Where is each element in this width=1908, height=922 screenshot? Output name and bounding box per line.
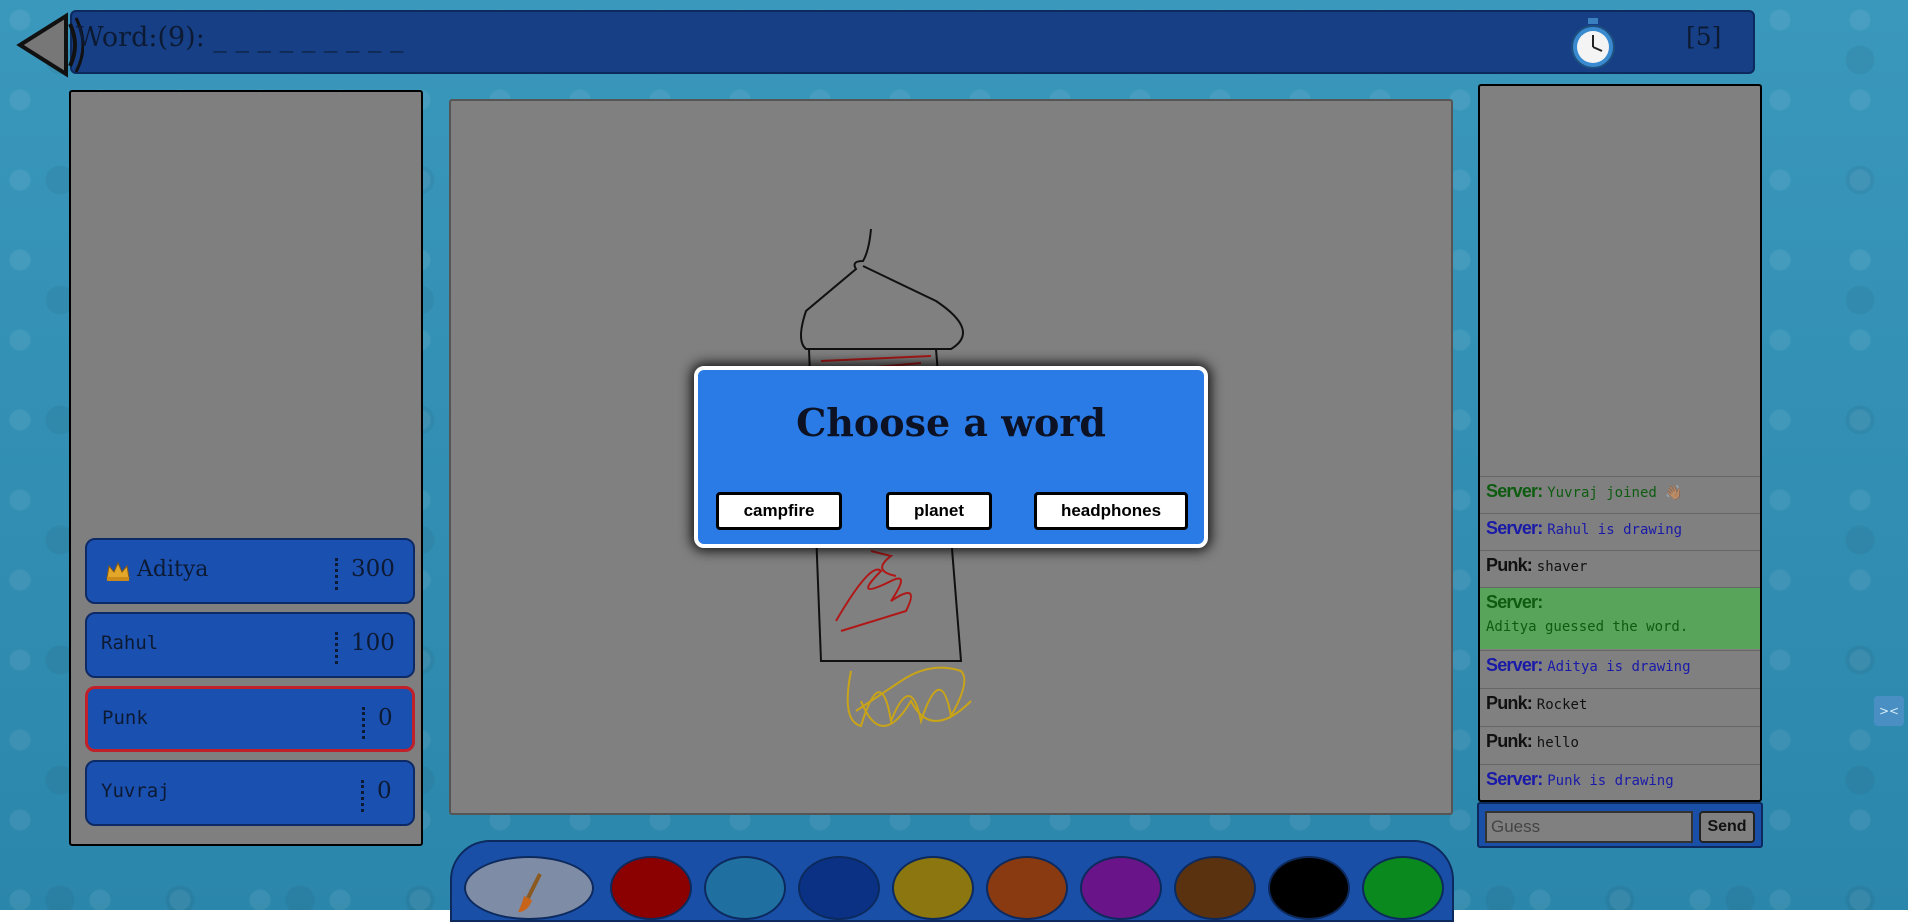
color-swatch[interactable]: [1080, 856, 1162, 920]
guess-bar: Send: [1477, 802, 1763, 848]
chat-message: Punk: hello: [1480, 726, 1760, 760]
player-score: 300: [351, 556, 395, 582]
divider: [335, 558, 339, 590]
chat-message-highlight: Server: Aditya guessed the word.: [1480, 587, 1760, 649]
player-name: Punk: [102, 707, 148, 729]
chat-message: Server: Aditya is drawing: [1480, 650, 1760, 684]
chat-text: Rocket: [1536, 697, 1588, 713]
chat-text: Aditya is drawing: [1547, 659, 1691, 675]
chat-sender: Server:: [1486, 769, 1543, 789]
player-card: Aditya 300: [85, 538, 415, 604]
player-card: Rahul 100: [85, 612, 415, 678]
back-arrow-icon[interactable]: [14, 12, 85, 78]
chat-message: Server: Punk is drawing: [1480, 764, 1760, 800]
chat-sender: Server:: [1486, 592, 1543, 612]
word-option-headphones[interactable]: headphones: [1034, 492, 1188, 530]
word-option-campfire[interactable]: campfire: [716, 492, 842, 530]
chat-sender: Server:: [1486, 655, 1543, 675]
round-timer: [5]: [1686, 22, 1722, 51]
color-swatch[interactable]: [610, 856, 692, 920]
chat-message: Server: Yuvraj joined 👋🏽: [1480, 476, 1760, 508]
chat-text: hello: [1536, 735, 1579, 751]
stopwatch-icon: [1568, 16, 1618, 70]
chat-text: Rahul is drawing: [1547, 522, 1683, 538]
brush-tool-button[interactable]: [464, 856, 594, 920]
player-score: 0: [378, 705, 393, 731]
player-score: 0: [377, 778, 392, 804]
player-name: Aditya: [137, 557, 209, 582]
divider: [362, 707, 366, 739]
chat-sender: Punk:: [1486, 693, 1533, 713]
chat-message: Server: Rahul is drawing: [1480, 513, 1760, 545]
color-palette: [450, 840, 1454, 922]
chat-message: Punk: shaver: [1480, 550, 1760, 582]
color-swatch[interactable]: [1268, 856, 1350, 920]
chat-sender: Server:: [1486, 518, 1543, 538]
chat-message: Punk: Rocket: [1480, 688, 1760, 722]
divider: [361, 780, 365, 812]
chat-sender: Punk:: [1486, 731, 1533, 751]
player-name: Yuvraj: [101, 780, 170, 802]
chat-sender: Server:: [1486, 481, 1543, 501]
color-swatch[interactable]: [892, 856, 974, 920]
chat-text: shaver: [1536, 559, 1588, 575]
chat-text: Aditya guessed the word.: [1486, 619, 1689, 635]
send-button[interactable]: Send: [1699, 811, 1755, 843]
player-card: Yuvraj 0: [85, 760, 415, 826]
modal-title: Choose a word: [796, 400, 1106, 445]
color-swatch[interactable]: [1362, 856, 1444, 920]
chat-text: Punk is drawing: [1547, 773, 1674, 789]
players-panel: Aditya 300 Rahul 100 Punk 0 Yuvraj 0: [69, 90, 423, 846]
color-swatch[interactable]: [704, 856, 786, 920]
player-name: Rahul: [101, 632, 159, 654]
player-card-drawing: Punk 0: [85, 686, 415, 752]
guess-input[interactable]: [1485, 811, 1693, 843]
word-hint: Word:(9): _ _ _ _ _ _ _ _ _: [76, 22, 404, 53]
divider: [335, 632, 339, 664]
color-swatch[interactable]: [1174, 856, 1256, 920]
chat-text: Yuvraj joined 👋🏽: [1547, 485, 1683, 501]
chat-sender: Punk:: [1486, 555, 1533, 575]
player-score: 100: [351, 630, 395, 656]
chat-panel: Server: Yuvraj joined 👋🏽 Server: Rahul i…: [1478, 84, 1762, 802]
side-toggle-icon[interactable]: ><: [1874, 696, 1904, 726]
crown-icon: [105, 560, 131, 582]
color-swatch[interactable]: [986, 856, 1068, 920]
choose-word-modal: Choose a word campfire planet headphones: [694, 366, 1208, 548]
brush-icon: [518, 873, 542, 912]
color-swatch[interactable]: [798, 856, 880, 920]
word-option-planet[interactable]: planet: [886, 492, 992, 530]
